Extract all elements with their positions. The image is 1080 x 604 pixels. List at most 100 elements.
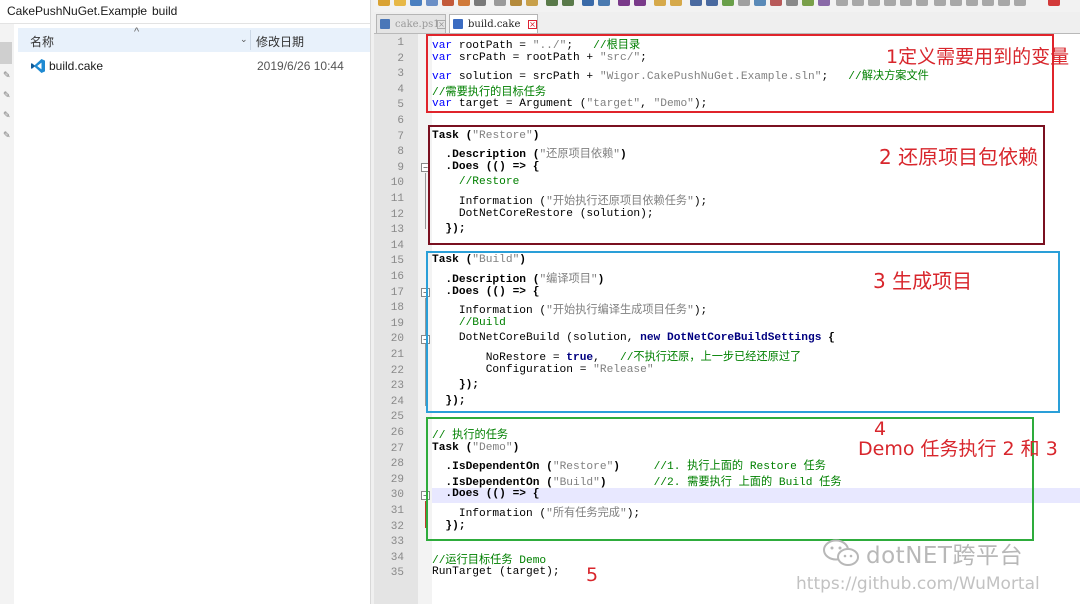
redo-icon[interactable] (562, 0, 574, 6)
column-header-modified[interactable]: 修改日期 (256, 33, 304, 50)
wrap-icon[interactable] (690, 0, 702, 6)
tool-icon[interactable] (1014, 0, 1026, 6)
line-number: 24 (390, 396, 404, 408)
close-all-icon[interactable] (458, 0, 470, 6)
tool-icon[interactable] (982, 0, 994, 6)
code-line[interactable]: RunTarget (target); (432, 566, 560, 578)
tab-label: build.cake (468, 19, 521, 30)
tool-icon[interactable] (966, 0, 978, 6)
record-macro-icon[interactable] (770, 0, 782, 6)
line-number: 14 (390, 240, 404, 252)
copy-icon[interactable] (510, 0, 522, 6)
tab-close-icon[interactable]: × (528, 20, 537, 29)
zoom-in-icon[interactable] (618, 0, 630, 6)
tool-icon[interactable] (900, 0, 912, 6)
annotation-label-2: 2 还原项目包依赖 (879, 145, 1039, 169)
pin-icon[interactable]: ✎ (3, 90, 11, 101)
close-file-icon[interactable] (442, 0, 454, 6)
tab-cake-ps1[interactable]: cake.ps1 × (376, 14, 446, 33)
line-number: 4 (397, 84, 404, 96)
line-number: 25 (390, 411, 404, 423)
cut-icon[interactable] (494, 0, 506, 6)
code-line[interactable]: //运行目标任务 Demo (432, 551, 546, 567)
file-icon (380, 19, 390, 29)
watermark: dotNET跨平台 https://github.com/WuMortal (796, 532, 1076, 602)
line-number: 1 (397, 37, 404, 49)
line-number: 22 (390, 365, 404, 377)
line-number: 15 (390, 255, 404, 267)
line-number: 6 (397, 115, 404, 127)
show-all-icon[interactable] (706, 0, 718, 6)
file-name: build.cake (49, 59, 104, 73)
tab-close-icon[interactable]: × (437, 20, 446, 29)
tool-icon[interactable] (934, 0, 946, 6)
line-number: 34 (390, 552, 404, 564)
column-header-name[interactable]: 名称 (30, 33, 54, 50)
file-explorer-pane: CakePushNuGet.Example › build ✎ ✎ ✎ ✎ 名称… (0, 0, 370, 604)
tool-icon[interactable] (868, 0, 880, 6)
line-number: 29 (390, 474, 404, 486)
breadcrumb-item-project[interactable]: CakePushNuGet.Example (7, 4, 147, 18)
editor-toolbar (374, 0, 1080, 12)
open-file-icon[interactable] (394, 0, 406, 6)
line-number: 18 (390, 302, 404, 314)
line-number: 26 (390, 427, 404, 439)
paste-icon[interactable] (526, 0, 538, 6)
file-icon (453, 19, 463, 29)
save-icon[interactable] (410, 0, 422, 6)
quick-access-selected-item[interactable] (0, 42, 12, 64)
line-number: 30 (390, 489, 404, 501)
line-number: 7 (397, 131, 404, 143)
line-number: 20 (390, 333, 404, 345)
close-icon[interactable] (1048, 0, 1060, 6)
wechat-icon (823, 539, 859, 566)
replace-icon[interactable] (598, 0, 610, 6)
file-row[interactable]: build.cake 2019/6/26 10:44 (18, 54, 370, 78)
pin-icon[interactable]: ✎ (3, 70, 11, 81)
pin-icon[interactable]: ✎ (3, 130, 11, 141)
stop-macro-icon[interactable] (786, 0, 798, 6)
tool-icon[interactable] (884, 0, 896, 6)
chevron-down-icon[interactable]: ⌄ (240, 34, 248, 45)
line-number: 8 (397, 146, 404, 158)
pin-icon[interactable]: ✎ (3, 110, 11, 121)
new-file-icon[interactable] (378, 0, 390, 6)
annotation-label-4: Demo 任务执行 2 和 3 (858, 438, 1058, 460)
line-number: 23 (390, 380, 404, 392)
tool-icon[interactable] (998, 0, 1010, 6)
line-number: 28 (390, 458, 404, 470)
play-macro-icon[interactable] (802, 0, 814, 6)
line-number: 13 (390, 224, 404, 236)
annotation-label-5: 5 (586, 564, 599, 586)
breadcrumb-item-build[interactable]: build (152, 4, 177, 18)
undo-icon[interactable] (546, 0, 558, 6)
line-number: 32 (390, 521, 404, 533)
file-modified-date: 2019/6/26 10:44 (257, 59, 344, 73)
sync-h-icon[interactable] (670, 0, 682, 6)
code-token: RunTarget (target); (432, 566, 560, 578)
indent-guide-icon[interactable] (722, 0, 734, 6)
tool-icon[interactable] (852, 0, 864, 6)
tool-icon[interactable] (916, 0, 928, 6)
tool-icon[interactable] (836, 0, 848, 6)
line-number: 27 (390, 443, 404, 455)
tab-build-cake[interactable]: build.cake × (449, 14, 538, 33)
sort-ascending-icon: ^ (134, 26, 140, 38)
column-divider[interactable] (250, 30, 251, 50)
print-icon[interactable] (474, 0, 486, 6)
line-number: 5 (397, 99, 404, 111)
run-macro-icon[interactable] (818, 0, 830, 6)
find-icon[interactable] (582, 0, 594, 6)
sync-v-icon[interactable] (654, 0, 666, 6)
doc-map-icon[interactable] (754, 0, 766, 6)
lang-icon[interactable] (738, 0, 750, 6)
line-number: 17 (390, 287, 404, 299)
save-all-icon[interactable] (426, 0, 438, 6)
zoom-out-icon[interactable] (634, 0, 646, 6)
vscode-icon (31, 59, 45, 73)
line-number: 35 (390, 567, 404, 579)
watermark-brand: dotNET跨平台 (866, 543, 1023, 569)
tool-icon[interactable] (950, 0, 962, 6)
line-number: 19 (390, 318, 404, 330)
line-number: 2 (397, 53, 404, 65)
